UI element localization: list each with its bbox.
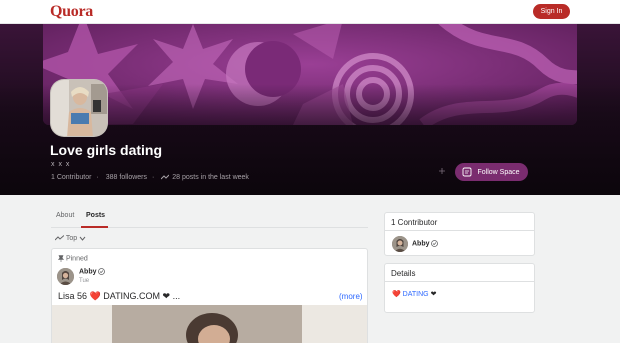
verified-badge-icon bbox=[431, 240, 439, 247]
contributors-title: 1 Contributor bbox=[391, 218, 438, 227]
contributor-avatar[interactable] bbox=[392, 236, 408, 252]
pinned-indicator: Pinned bbox=[58, 255, 88, 262]
space-subtitle: x x x bbox=[51, 161, 71, 168]
space-title: Love girls dating bbox=[50, 142, 163, 158]
post-author[interactable]: Abby bbox=[79, 268, 106, 275]
verified-badge-icon bbox=[98, 268, 106, 275]
post-card[interactable]: Pinned Abby Tue Lisa 56 ❤️ DATING.COM ❤ … bbox=[51, 248, 368, 343]
more-dots-icon[interactable] bbox=[438, 167, 446, 175]
details-card: Details ❤️ DATING ❤ bbox=[384, 263, 535, 313]
sort-dropdown[interactable]: Top bbox=[55, 235, 86, 242]
pinned-label: Pinned bbox=[65, 255, 88, 263]
stats-separator: · bbox=[96, 174, 99, 181]
followers-count[interactable]: 388 followers bbox=[106, 174, 147, 181]
tab-selected-indicator bbox=[81, 226, 108, 228]
author-avatar[interactable] bbox=[57, 268, 74, 285]
details-link[interactable]: DATING bbox=[403, 291, 429, 298]
contributor-name-row[interactable]: Abby bbox=[412, 240, 439, 247]
divider bbox=[385, 230, 534, 231]
sort-label: Top bbox=[65, 235, 78, 242]
post-more-link[interactable]: (more) bbox=[339, 292, 363, 301]
details-prefix: ❤️ bbox=[392, 291, 401, 298]
post-image[interactable] bbox=[52, 305, 367, 343]
author-name[interactable]: Abby bbox=[79, 268, 97, 275]
follow-space-icon bbox=[462, 167, 472, 177]
top-bar: Quora Sign In bbox=[0, 0, 620, 24]
details-text: ❤️ DATING ❤ bbox=[392, 290, 436, 298]
tab-about[interactable]: About bbox=[56, 212, 74, 219]
posts-count: 28 posts in the last week bbox=[172, 174, 249, 181]
contributors-card: 1 Contributor Abby bbox=[384, 212, 535, 256]
quora-logo[interactable]: Quora bbox=[50, 3, 93, 21]
chevron-down-icon bbox=[79, 235, 86, 242]
trending-up-icon bbox=[161, 174, 171, 181]
stats-separator: · bbox=[152, 174, 155, 181]
post-text[interactable]: Lisa 56 ❤️ DATING.COM ❤ ... bbox=[58, 291, 180, 302]
sign-in-button[interactable]: Sign In bbox=[533, 4, 570, 19]
pin-icon bbox=[58, 255, 64, 262]
trending-up-icon bbox=[55, 235, 64, 242]
details-title: Details bbox=[391, 269, 416, 278]
tab-posts[interactable]: Posts bbox=[86, 212, 105, 219]
space-avatar[interactable] bbox=[50, 79, 108, 137]
details-suffix: ❤ bbox=[430, 291, 437, 298]
space-tabs: About Posts bbox=[51, 208, 368, 228]
space-stats: 1 Contributor · 388 followers · 28 posts i… bbox=[51, 174, 254, 181]
divider bbox=[385, 281, 534, 282]
post-timestamp[interactable]: Tue bbox=[79, 278, 89, 284]
contributor-name[interactable]: Abby bbox=[412, 240, 430, 247]
contributors-count[interactable]: 1 Contributor bbox=[51, 174, 91, 181]
